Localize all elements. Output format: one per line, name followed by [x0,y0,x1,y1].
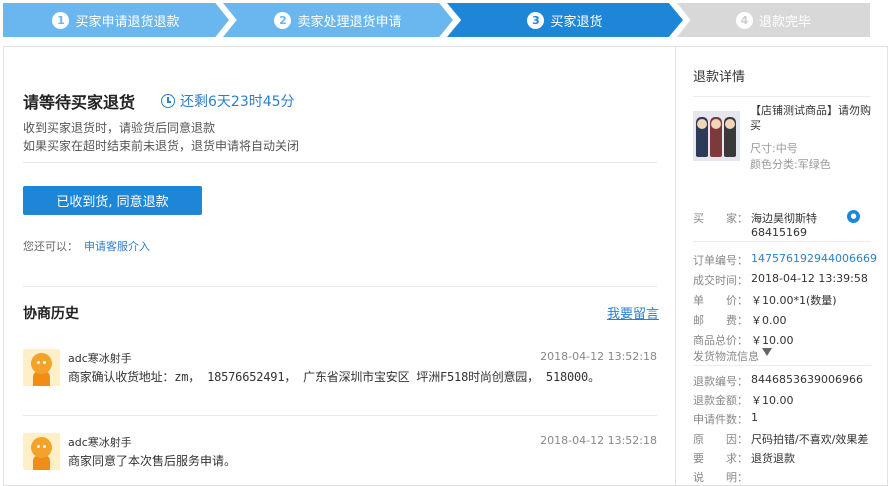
status-description-2: 如果买家在超时结束前未退货，退货申请将自动关闭 [23,139,300,153]
logistics-toggle[interactable]: 发货物流信息 [693,348,772,364]
page-title: 请等待买家退货 [23,93,136,112]
main-panel: 请等待买家退货 还剩6天23时45分 收到买家退货时，请验货后同意退款 如果买家… [3,46,675,486]
step-label: 退款完毕 [758,14,811,30]
step-4: 4 退款完毕 [677,3,870,37]
history-title: 协商历史 [23,306,79,322]
row-value: ￥10.00*1(数量) [751,294,837,307]
row-value: 2018-04-12 13:39:58 [751,272,868,285]
countdown: 还剩6天23时45分 [161,91,295,111]
buyer-id: 68415169 [751,226,807,239]
logistics-label[interactable]: 发货物流信息 [693,348,759,364]
product-name[interactable]: 【店铺测试商品】请勿购买 [750,103,872,133]
order-number-link[interactable]: 1475761929440066​69 [751,252,877,268]
row-value: ￥10.00 [751,394,794,407]
progress-steps: 1 买家申请退货退款 2 卖家处理退货申请 3 买家退货 4 退款完毕 [0,0,892,40]
divider [693,365,871,366]
refund-detail-panel: 退款详情 【店铺测试商品】请勿购买 尺寸:中号 颜色分类:军绿色 买 家： 海边… [675,46,888,486]
message-author: adc寒冰射手 [68,436,132,449]
row-label: 退款金额： [693,394,748,407]
caret-down-icon[interactable] [762,348,772,356]
step-2: 2 卖家处理退货申请 [223,3,453,37]
divider [23,415,657,416]
detail-title: 退款详情 [693,70,746,85]
row-value: 1 [751,411,758,424]
message-time: 2018-04-12 13:52:18 [540,350,657,363]
message-time: 2018-04-12 13:52:18 [540,434,657,447]
step-label: 买家退货 [550,14,603,30]
reason-row: 原 因： 尺码拍错/不喜欢/效果差 [693,431,868,447]
request-service-link[interactable]: 申请客服介入 [84,240,150,253]
shipping-fee-row: 邮 费： ￥0.00 [693,312,787,328]
step-number: 3 [527,11,545,29]
request-row: 要 求： 退货退款 [693,450,795,466]
countdown-text: 还剩6天23时45分 [180,94,295,110]
row-label: 成交时间： [693,274,748,287]
unit-price-row: 单 价： ￥10.00*1(数量) [693,292,837,308]
buyer-row: 买 家： 海边昊彻斯特 68415169 [693,210,817,239]
order-number-row: 订单编号： 1475761929440066​69 [693,252,877,268]
product-color: 颜色分类:军绿色 [750,158,831,171]
avatar [23,349,60,386]
step-3: 3 买家退货 [447,3,683,37]
clock-icon [161,94,176,108]
avatar [23,433,60,470]
step-label: 卖家处理退货申请 [297,14,402,30]
step-1: 1 买家申请退货退款 [3,3,229,37]
step-number: 1 [52,11,70,29]
row-label: 邮 费： [693,314,748,327]
row-value: ￥10.00 [751,334,794,347]
buyer-label: 买 家： [693,212,748,225]
step-label: 买家申请退货退款 [75,14,180,30]
row-label: 单 价： [693,294,748,307]
row-value: 退货退款 [751,452,795,465]
divider [693,241,871,242]
status-description-1: 收到买家退货时，请验货后同意退款 [23,121,216,135]
message-text: 商家确认收货地址：zm， 18576652491， 广东省深圳市宝安区 坪洲F5… [68,370,600,384]
leave-message-link[interactable]: 我要留言 [607,303,659,322]
row-value: ￥0.00 [751,314,787,327]
row-value: 尺码拍错/不喜欢/效果差 [751,433,869,446]
buyer-value: 海边昊彻斯特 68415169 [751,210,817,239]
row-label: 要 求： [693,452,748,465]
buyer-name: 海边昊彻斯特 [751,212,817,225]
refund-number-row: 退款编号： 8446853639006966 [693,373,863,389]
chat-icon[interactable]: ● [847,210,860,223]
agree-refund-button[interactable]: 已收到货, 同意退款 [23,186,202,215]
product-size: 尺寸:中号 [750,142,798,155]
step-number: 4 [735,11,753,29]
row-label: 申请件数： [693,413,748,426]
row-label: 订单编号： [693,254,748,267]
divider [23,286,657,287]
message-author: adc寒冰射手 [68,352,132,365]
divider [693,96,871,97]
quantity-row: 申请件数： 1 [693,411,758,427]
other-actions: 您还可以： 申请客服介入 [23,238,150,254]
row-label: 退款编号： [693,375,748,388]
other-actions-label: 您还可以： [23,240,78,253]
row-label: 商品总价： [693,334,748,347]
divider [23,162,657,163]
message-text: 商家同意了本次售后服务申请。 [68,454,237,468]
row-value: 8446853639006966 [751,373,863,386]
status-header: 请等待买家退货 还剩6天23时45分 [23,89,295,113]
refund-amount-row: 退款金额： ￥10.00 [693,392,794,408]
row-label: 原 因： [693,433,748,446]
product-image[interactable] [693,111,740,161]
deal-time-row: 成交时间： 2018-04-12 13:39:58 [693,272,868,288]
total-price-row: 商品总价： ￥10.00 [693,332,794,348]
step-number: 2 [274,11,292,29]
